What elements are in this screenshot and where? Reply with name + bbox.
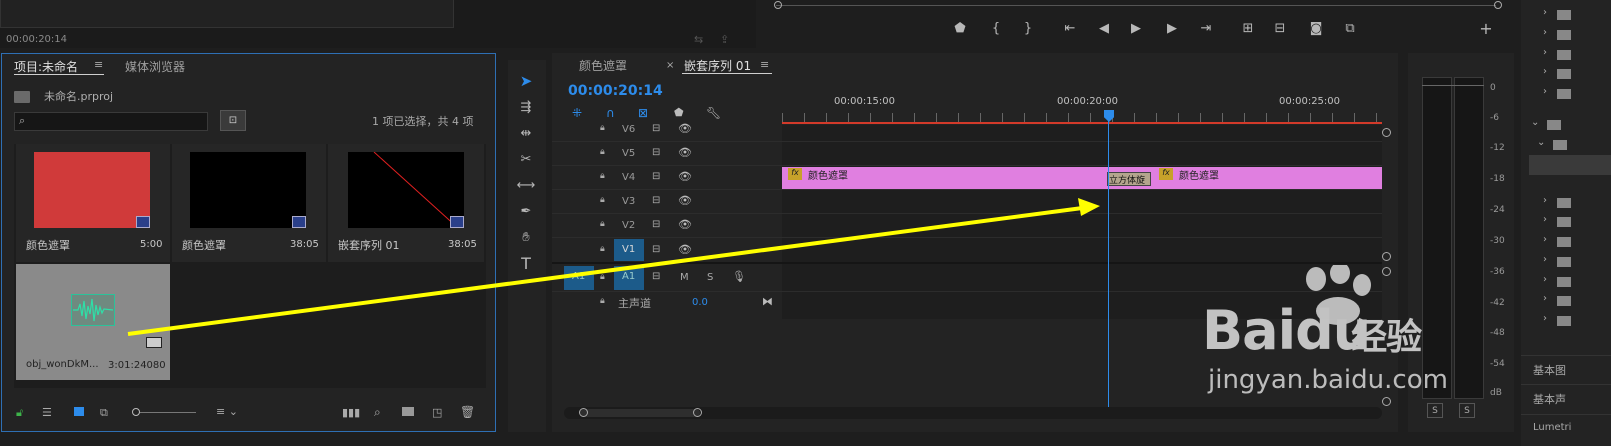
watermark: Baidu经验 jingyan.baidu.com — [1200, 265, 1500, 405]
watermark-brand: Baidu经验 — [1202, 299, 1422, 362]
watermark-du: du — [1295, 299, 1371, 362]
watermark-jingyan: 经验 — [1351, 317, 1422, 358]
watermark-url: jingyan.baidu.com — [1208, 365, 1448, 395]
watermark-bai: Bai — [1202, 299, 1296, 362]
